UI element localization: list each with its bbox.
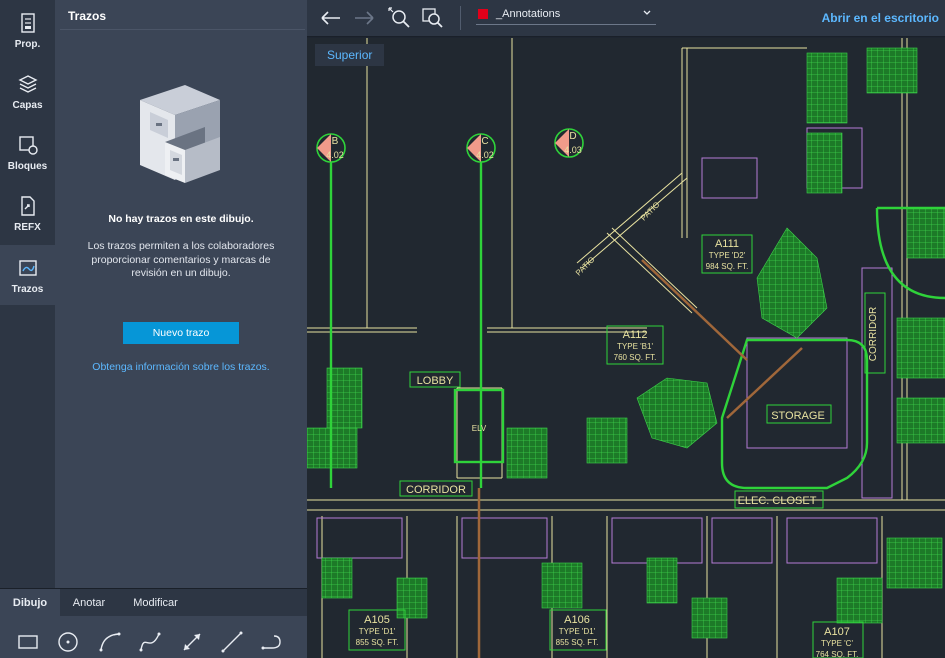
autocad-web-app: Prop. Capas Bloques REFX Trazos Trazos N… [0, 0, 945, 658]
rectangle-icon [18, 635, 38, 649]
room-a106-type: TYPE 'D1' [559, 627, 596, 636]
room-a112: A112 [623, 329, 648, 341]
arc-tool[interactable] [98, 630, 122, 654]
rectangle-tool[interactable] [16, 630, 40, 654]
drawing-canvas[interactable]: B 4.02 C 4.02 D 4.03 PATIO PATIO A111 TY… [307, 38, 945, 658]
tab-draw[interactable]: Dibujo [0, 589, 60, 617]
rail-item-properties[interactable]: Prop. [0, 0, 55, 60]
draw-tools [0, 616, 307, 658]
arc-icon [99, 632, 121, 652]
dimension-tool[interactable] [180, 630, 204, 654]
traces-icon [18, 260, 37, 276]
grid-bubble-b: B [332, 136, 339, 147]
line-icon [221, 631, 243, 653]
rail-item-layers[interactable]: Capas [0, 61, 55, 121]
polyline-icon [261, 635, 281, 650]
room-a111: A111 [715, 238, 739, 250]
line-tool[interactable] [220, 630, 244, 654]
green-grid-lines [329, 158, 945, 490]
layer-name: _Annotations [496, 8, 561, 20]
empty-state-title: No hay trazos en este dibujo. [108, 213, 254, 225]
layers-icon [17, 75, 38, 93]
undo-icon [321, 11, 340, 25]
panel-divider [60, 29, 305, 30]
undo-button[interactable] [318, 6, 344, 30]
rail-label-traces: Trazos [11, 284, 44, 295]
room-a106: A106 [564, 614, 590, 626]
grid-bubble-c: C [481, 136, 488, 147]
chevron-down-icon [643, 10, 651, 15]
blocks-icon [18, 136, 38, 155]
room-a105: A105 [364, 614, 390, 626]
grid-bubble-d-ref: 4.03 [564, 145, 582, 155]
open-in-desktop-link[interactable]: Abrir en el escritorio [822, 11, 939, 25]
grid-bubbles [316, 128, 584, 163]
rail-label-xref: REFX [14, 222, 41, 233]
zoom-extents-button[interactable] [387, 6, 413, 30]
rail-item-blocks[interactable]: Bloques [0, 122, 55, 182]
patio-label-1: PATIO [574, 255, 597, 278]
panel-title: Trazos [68, 9, 107, 23]
room-a107-type: TYPE 'C' [821, 639, 853, 648]
properties-icon [20, 13, 35, 33]
room-a106-area: 855 SQ. FT. [556, 638, 599, 647]
tab-annotate[interactable]: Anotar [60, 589, 118, 617]
tab-modify[interactable]: Modificar [118, 589, 193, 617]
room-a112-area: 760 SQ. FT. [614, 353, 657, 362]
lobby-label: LOBBY [417, 375, 454, 387]
room-a111-area: 984 SQ. FT. [706, 262, 749, 271]
circle-icon [58, 632, 78, 652]
room-a107-area: 764 SQ. FT. [816, 650, 859, 658]
xref-icon [20, 196, 35, 216]
toolbar-separator [460, 6, 461, 30]
learn-about-traces-link[interactable]: Obtenga información sobre los trazos. [55, 361, 307, 373]
room-a107: A107 [824, 626, 850, 638]
rail-item-xref[interactable]: REFX [0, 183, 55, 243]
file-cabinet-icon [140, 85, 220, 183]
zoom-extents-icon [388, 7, 410, 28]
floor-plan-drawing: B 4.02 C 4.02 D 4.03 PATIO PATIO A111 TY… [307, 38, 945, 658]
spline-icon [139, 632, 161, 652]
layer-dropdown[interactable]: _Annotations [476, 4, 656, 25]
rail-label-blocks: Bloques [7, 161, 48, 172]
side-rail: Prop. Capas Bloques REFX Trazos [0, 0, 55, 588]
grid-bubble-d: D [569, 131, 576, 142]
top-toolbar: _Annotations Abrir en el escritorio [307, 0, 945, 37]
rail-label-layers: Capas [12, 100, 43, 111]
room-a111-type: TYPE 'D2' [709, 251, 746, 260]
empty-state-description: Los trazos permiten a los colaboradores … [87, 240, 275, 279]
rail-label-properties: Prop. [14, 39, 41, 50]
view-cube-label[interactable]: Superior [315, 44, 385, 66]
redo-icon [355, 11, 374, 25]
patio-label-2: PATIO [639, 200, 662, 223]
corridor-vertical-label: CORRIDOR [868, 307, 879, 361]
grid-bubble-b-ref: 4.02 [326, 150, 344, 160]
rail-item-traces[interactable]: Trazos [0, 245, 55, 305]
storage-label: STORAGE [771, 410, 825, 422]
circle-tool[interactable] [56, 630, 80, 654]
dimension-icon [183, 633, 201, 651]
elevator-label: ELV [472, 424, 487, 433]
new-trace-button[interactable]: Nuevo trazo [123, 322, 239, 344]
bottom-tab-bar: Dibujo Anotar Modificar [0, 588, 307, 617]
grid-bubble-c-ref: 4.02 [476, 150, 494, 160]
room-a112-type: TYPE 'B1' [617, 342, 653, 351]
redo-button[interactable] [351, 6, 377, 30]
layer-color-swatch [478, 9, 488, 19]
room-a105-area: 855 SQ. FT. [356, 638, 399, 647]
polyline-tool[interactable] [260, 630, 284, 654]
zoom-window-icon [422, 8, 443, 28]
room-a105-type: TYPE 'D1' [359, 627, 396, 636]
corridor-horizontal-label: CORRIDOR [406, 484, 466, 496]
spline-tool[interactable] [138, 630, 162, 654]
traces-panel: Trazos No hay trazos en este dibujo. Los… [55, 0, 307, 588]
elec-closet-label: ELEC. CLOSET [738, 495, 817, 507]
zoom-window-button[interactable] [420, 6, 446, 30]
